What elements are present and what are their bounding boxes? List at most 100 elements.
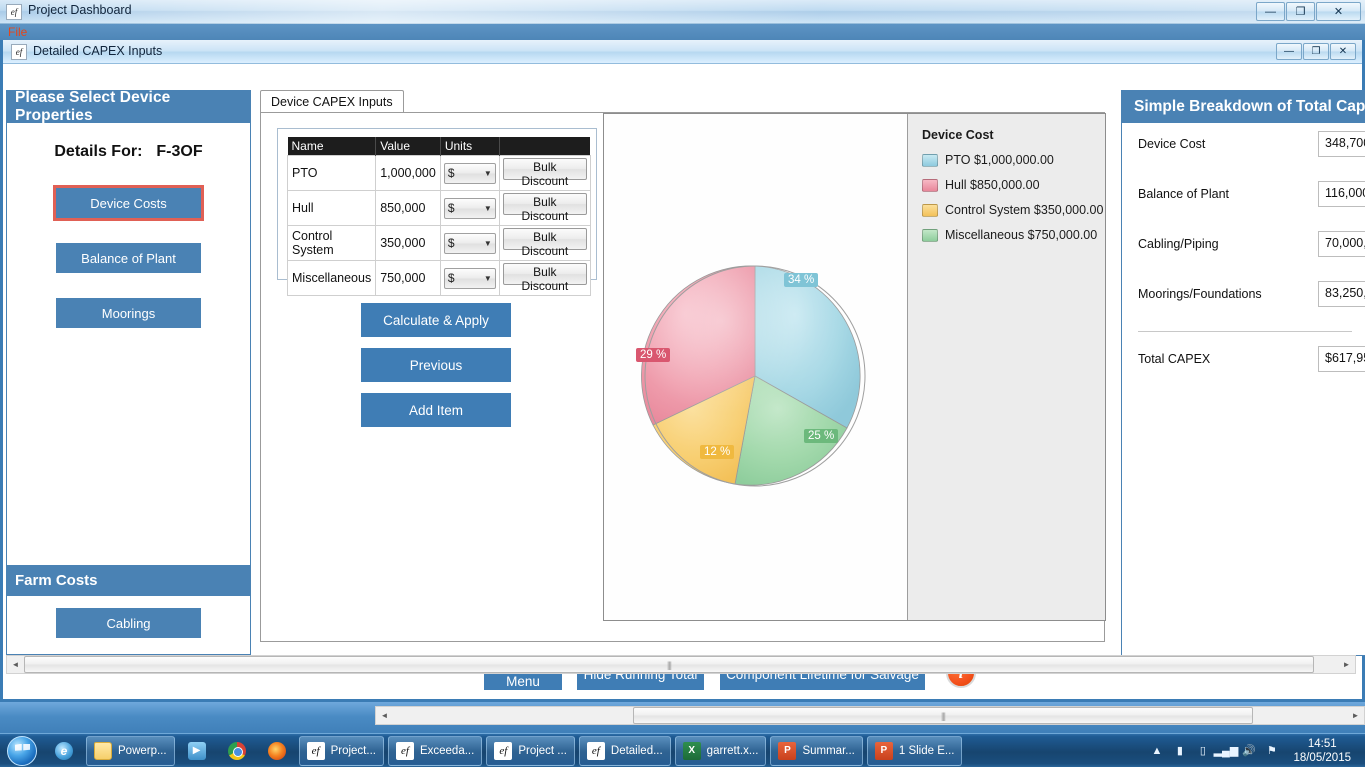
windows-taskbar: e Powerp... ▶ ef Project... ef Exceeda..… — [0, 733, 1365, 767]
main-scroll-right-arrow-icon[interactable]: ► — [1347, 707, 1364, 724]
network-icon[interactable]: ▮ — [1172, 743, 1187, 758]
taskbar-label: garrett.x... — [706, 744, 759, 757]
ef-app-icon: ef — [586, 741, 605, 760]
capex-label-cabling-piping: Cabling/Piping — [1138, 237, 1219, 251]
grid-col-name: Name — [287, 137, 377, 156]
table-row[interactable]: Hull 850,000 $ ▼ Bulk Discount — [286, 190, 591, 226]
cell-value[interactable]: 850,000 — [375, 190, 441, 226]
capex-value-device-cost[interactable]: 348,700,000 — [1318, 131, 1365, 157]
chevron-down-icon: ▼ — [483, 203, 492, 213]
child-scroll-thumb[interactable]: ||| — [24, 656, 1314, 673]
scroll-right-arrow-icon[interactable]: ► — [1338, 656, 1355, 673]
table-row[interactable]: Control System 350,000 $ ▼ Bulk Discount — [286, 225, 591, 261]
start-button[interactable] — [0, 735, 44, 767]
capex-grid: Name Value Units PTO 1,000,000 $ ▼ Bulk … — [286, 137, 591, 296]
scroll-left-arrow-icon[interactable]: ◄ — [7, 656, 24, 673]
sidebar-header: Please Select Device Properties — [7, 89, 250, 124]
pie-label-control-system: 12 % — [700, 445, 735, 459]
main-scroll-left-arrow-icon[interactable]: ◄ — [376, 707, 393, 724]
child-scroll-track[interactable]: ||| — [24, 656, 1338, 673]
sidebar-button-device-costs[interactable]: Device Costs — [53, 185, 204, 221]
sidebar-button-moorings[interactable]: Moorings — [56, 298, 201, 328]
taskbar-item-powerpoint-slide[interactable]: P 1 Slide E... — [866, 735, 963, 766]
taskbar-label: Exceeda... — [419, 744, 475, 757]
bulk-discount-button[interactable]: Bulk Discount — [502, 263, 587, 293]
grid-col-units: Units — [440, 137, 500, 156]
units-dropdown[interactable]: $ ▼ — [443, 267, 496, 289]
taskbar-media-player-launcher[interactable]: ▶ — [177, 735, 217, 767]
cell-value[interactable]: 350,000 — [375, 225, 441, 261]
pie-label-miscellaneous: 25 % — [804, 429, 839, 443]
capex-value-moorings-foundations[interactable]: 83,250,000 — [1318, 281, 1365, 307]
cell-action: Bulk Discount — [498, 260, 591, 296]
taskbar-item-detailed[interactable]: ef Detailed... — [578, 735, 671, 766]
menu-item-file[interactable]: File — [8, 25, 27, 39]
legend-label-miscellaneous: Miscellaneous $750,000.00 — [945, 228, 1098, 242]
minimize-button[interactable]: — — [1256, 2, 1285, 21]
taskbar-ie-launcher[interactable]: e — [44, 735, 84, 767]
restore-button[interactable]: ❐ — [1286, 2, 1315, 21]
capex-value-balance-of-plant[interactable]: 116,000,000 — [1318, 181, 1365, 207]
show-hidden-icons-icon[interactable]: ▲ — [1149, 743, 1164, 758]
taskbar-firefox-launcher[interactable] — [257, 735, 297, 767]
previous-button[interactable]: Previous — [361, 348, 511, 382]
powerpoint-icon: P — [874, 741, 893, 760]
clock-time: 14:51 — [1307, 737, 1337, 750]
desktop-screen: ef Project Dashboard — ❐ ✕ File ef Detai… — [0, 0, 1365, 767]
bulk-discount-button[interactable]: Bulk Discount — [502, 193, 587, 223]
sidebar-button-balance-of-plant[interactable]: Balance of Plant — [56, 243, 201, 273]
main-scroll-track[interactable]: ||| — [393, 707, 1347, 724]
taskbar-chrome-launcher[interactable] — [217, 735, 257, 767]
main-window-hscrollbar[interactable]: ◄ ||| ► — [375, 706, 1365, 725]
bulk-discount-button[interactable]: Bulk Discount — [502, 158, 587, 188]
farm-button-cabling[interactable]: Cabling — [56, 608, 201, 638]
taskbar-item-excel[interactable]: X garrett.x... — [674, 735, 767, 766]
units-dropdown[interactable]: $ ▼ — [443, 232, 496, 254]
calculate-and-apply-button[interactable]: Calculate & Apply — [361, 303, 511, 337]
windows-logo-icon — [7, 735, 37, 766]
main-scroll-thumb[interactable]: ||| — [633, 707, 1253, 724]
child-close-button[interactable]: ✕ — [1330, 43, 1356, 60]
capex-value-total[interactable]: $617,950,00 — [1318, 346, 1365, 372]
table-row[interactable]: PTO 1,000,000 $ ▼ Bulk Discount — [286, 155, 591, 191]
taskbar-label: 1 Slide E... — [898, 744, 955, 757]
capex-value-cabling-piping[interactable]: 70,000,000 — [1318, 231, 1365, 257]
add-item-button[interactable]: Add Item — [361, 393, 511, 427]
cell-units: $ ▼ — [439, 155, 500, 191]
action-center-icon[interactable]: ⚑ — [1264, 743, 1279, 758]
tab-device-capex-inputs[interactable]: Device CAPEX Inputs — [260, 90, 404, 113]
taskbar-label: Project... — [330, 744, 376, 757]
bulk-discount-button[interactable]: Bulk Discount — [502, 228, 587, 258]
farm-costs-section: Farm Costs Cabling — [7, 565, 250, 654]
taskbar-item-powerpoint-folder[interactable]: Powerp... — [86, 735, 175, 766]
main-window-titlebar: ef Project Dashboard — ❐ ✕ — [0, 0, 1365, 24]
volume-icon[interactable]: 🔊 — [1241, 743, 1256, 758]
firefox-icon — [267, 741, 286, 760]
table-row[interactable]: Miscellaneous 750,000 $ ▼ Bulk Discount — [286, 260, 591, 296]
child-window-hscrollbar[interactable]: ◄ ||| ► — [6, 655, 1356, 674]
ef-app-icon: ef — [306, 741, 325, 760]
capex-row-device-cost: Device Cost 348,700,000 — [1122, 123, 1365, 173]
cell-name: Miscellaneous — [286, 260, 377, 296]
media-player-icon: ▶ — [187, 741, 206, 760]
cell-value[interactable]: 1,000,000 — [375, 155, 441, 191]
child-restore-button[interactable]: ❐ — [1303, 43, 1329, 60]
device-properties-sidebar: Please Select Device Properties Details … — [6, 89, 251, 655]
taskbar-item-powerpoint-summary[interactable]: P Summar... — [770, 735, 863, 766]
taskbar-item-project-1[interactable]: ef Project... — [298, 735, 384, 766]
units-dropdown[interactable]: $ ▼ — [443, 197, 496, 219]
taskbar-item-exceedance[interactable]: ef Exceeda... — [387, 735, 483, 766]
child-minimize-button[interactable]: — — [1276, 43, 1302, 60]
pie-gloss-overlay — [644, 265, 866, 487]
units-dropdown[interactable]: $ ▼ — [443, 162, 496, 184]
taskbar-clock[interactable]: 14:51 18/05/2015 — [1287, 737, 1357, 765]
grid-col-actions — [499, 137, 591, 156]
details-for-label: Details For: — [54, 143, 143, 160]
cell-value[interactable]: 750,000 — [375, 260, 441, 296]
close-button[interactable]: ✕ — [1316, 2, 1361, 21]
cell-action: Bulk Discount — [498, 155, 591, 191]
battery-icon[interactable]: ▯ — [1195, 743, 1210, 758]
taskbar-label: Summar... — [802, 744, 855, 757]
taskbar-item-project-2[interactable]: ef Project ... — [486, 735, 575, 766]
signal-icon[interactable]: ▂▄▆ — [1214, 743, 1239, 758]
